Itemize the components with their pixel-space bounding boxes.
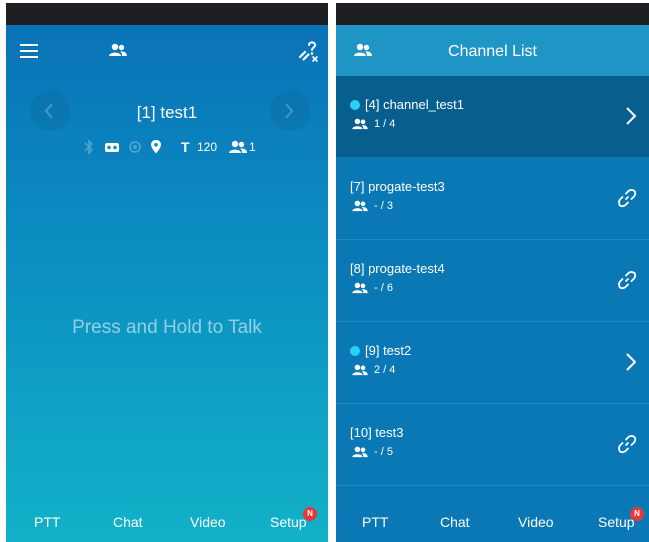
menu-icon[interactable] (20, 44, 38, 58)
tab-chat[interactable]: Chat (113, 514, 143, 530)
users-icon[interactable] (109, 43, 127, 57)
channel-row[interactable]: [8] progate-test4 - / 6 (336, 240, 649, 322)
channel-name: [10] test3 (350, 425, 404, 440)
channel-name: [8] progate-test4 (350, 261, 445, 276)
settings-icon (129, 141, 141, 153)
status-bar (336, 3, 649, 25)
users-icon (229, 140, 247, 153)
tx-value: 120 (197, 140, 218, 154)
ptt-screen: [1] test1 T 120 1 Press and Hold to Talk… (6, 3, 328, 542)
push-to-talk-area[interactable]: Press and Hold to Talk (6, 317, 328, 339)
users-icon (352, 282, 368, 294)
chevron-right-icon[interactable] (625, 106, 637, 126)
current-channel-title: [1] test1 (136, 103, 198, 122)
link-icon[interactable] (617, 188, 637, 208)
link-icon[interactable] (617, 270, 637, 290)
users-icon (352, 446, 368, 458)
tab-video[interactable]: Video (518, 514, 554, 530)
online-dot-icon (350, 346, 360, 356)
member-count: - / 3 (374, 200, 393, 212)
link-icon[interactable] (617, 434, 637, 454)
member-count: - / 5 (374, 446, 393, 458)
channel-name: [9] test2 (365, 343, 412, 358)
users-icon (352, 118, 368, 130)
new-badge: N (630, 507, 644, 521)
tab-ptt[interactable]: PTT (362, 514, 388, 530)
channel-list-screen: Channel List [4] channel_test1 1 / 4 [7]… (336, 3, 649, 542)
page-title: Channel List (448, 43, 537, 60)
member-count: 1 / 4 (374, 118, 396, 130)
channel-row[interactable]: [10] test3 - / 5 (336, 404, 649, 486)
channel-row[interactable]: [7] progate-test3 - / 3 (336, 158, 649, 240)
top-bar: Channel List (336, 25, 649, 76)
tab-video[interactable]: Video (190, 514, 226, 530)
status-bar (6, 3, 328, 25)
member-count: - / 6 (374, 282, 393, 294)
member-count: 2 / 4 (374, 364, 396, 376)
location-icon (151, 140, 161, 154)
tab-ptt[interactable]: PTT (34, 514, 60, 530)
user-count: 1 (249, 140, 256, 154)
online-dot-icon (350, 100, 360, 110)
channel-list: [4] channel_test1 1 / 4 [7] progate-test… (336, 76, 649, 486)
channel-name: [4] channel_test1 (365, 97, 465, 112)
tab-setup[interactable]: Setup (270, 514, 307, 530)
users-icon (352, 200, 368, 212)
channel-status-row: T 120 1 (6, 139, 328, 155)
bluetooth-icon (84, 139, 93, 155)
new-badge: N (303, 507, 317, 521)
channel-row[interactable]: [9] test2 2 / 4 (336, 322, 649, 404)
tx-label: T (181, 139, 190, 155)
channel-row[interactable]: [4] channel_test1 1 / 4 (336, 76, 649, 158)
chevron-right-icon[interactable] (625, 352, 637, 372)
bottom-tab-bar: PTT Chat Video Setup N (6, 502, 328, 542)
top-bar (6, 25, 328, 77)
link-off-icon[interactable] (295, 38, 321, 64)
channel-name: [7] progate-test3 (350, 179, 445, 194)
tab-setup[interactable]: Setup (598, 514, 635, 530)
users-icon (352, 364, 368, 376)
bottom-tab-bar: PTT Chat Video Setup N (336, 502, 649, 542)
headset-icon (105, 143, 119, 152)
tab-chat[interactable]: Chat (440, 514, 470, 530)
